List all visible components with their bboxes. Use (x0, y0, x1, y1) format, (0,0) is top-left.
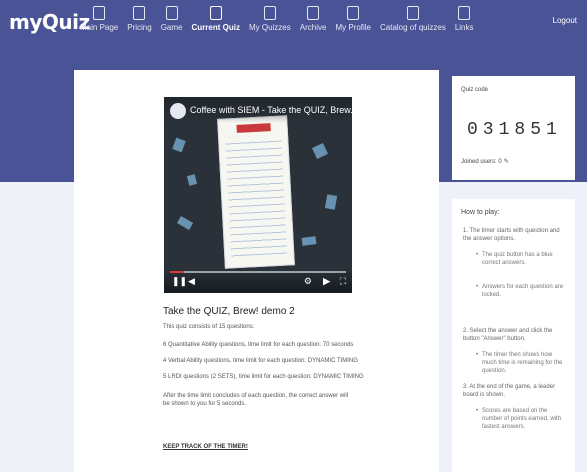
settings-icon[interactable]: ⚙ (304, 276, 312, 287)
timer-warning: KEEP TRACK OF THE TIMER! (163, 444, 248, 450)
youtube-logo-icon[interactable]: ▶ (323, 276, 330, 287)
quiz-title: Take the QUIZ, Brew! demo 2 (163, 306, 295, 317)
video-decoration (172, 137, 186, 153)
nav-item-label: Game (160, 23, 183, 32)
fullscreen-icon[interactable]: ⛶ (340, 276, 346, 287)
quiz-card: Coffee with SIEM - Take the QUIZ, Brew..… (74, 70, 439, 472)
quiz-code-label: Quiz code (461, 87, 489, 93)
channel-avatar[interactable] (170, 103, 186, 119)
paper-title-stripe (236, 123, 271, 133)
top-navigation-bar: myQuiz Main Page Pricing Game Current Qu… (0, 0, 587, 48)
nav-item-my-profile[interactable]: My Profile (335, 6, 371, 32)
nav-item-links[interactable]: Links (455, 6, 474, 32)
gamepad-icon (165, 6, 178, 20)
video-decoration (186, 174, 198, 186)
nav-item-catalog[interactable]: Catalog of quizzes (380, 6, 446, 32)
nav-item-archive[interactable]: Archive (299, 6, 327, 32)
nav-item-pricing[interactable]: Pricing (127, 6, 152, 32)
nav-item-label: Archive (299, 23, 327, 32)
quiz-description-line: After the time limit concludes of each q… (163, 393, 349, 407)
video-title[interactable]: Coffee with SIEM - Take the QUIZ, Brew..… (190, 105, 352, 115)
logo[interactable]: myQuiz (9, 10, 90, 34)
how-to-substep: Scores are based on the number of points… (476, 407, 568, 431)
nav-item-main-page[interactable]: Main Page (80, 6, 118, 32)
how-to-play-title: How to play: (461, 209, 500, 216)
nav-item-label: Catalog of quizzes (380, 23, 446, 32)
price-tag-icon (133, 6, 146, 20)
nav-item-label: Current Quiz (191, 23, 240, 32)
quiz-code-card: Quiz code 031851 Joined users: 0 ✎ (452, 76, 575, 180)
how-to-play-card: How to play: 1. The timer starts with qu… (452, 199, 575, 472)
how-to-substep: Answers for each question are locked. (476, 283, 568, 299)
how-to-step: 3. At the end of the game, a leader boar… (463, 384, 556, 398)
home-icon (93, 6, 106, 20)
nav-item-my-quizzes[interactable]: My Quizzes (249, 6, 291, 32)
user-icon (347, 6, 360, 20)
main-navigation: Main Page Pricing Game Current Quiz My Q… (80, 6, 483, 32)
how-to-step: 1. The timer starts with question and th… (463, 228, 560, 242)
logout-button[interactable]: Logout (553, 16, 577, 25)
video-decoration (301, 236, 317, 246)
quiz-description-line: 5 LRDI questions (2 SETS), time limit fo… (163, 374, 364, 380)
video-thumbnail-paper (217, 115, 295, 269)
how-to-step: 2. Select the answer and click the butto… (463, 328, 553, 342)
video-header: Coffee with SIEM - Take the QUIZ, Brew..… (164, 97, 352, 123)
video-player[interactable]: Coffee with SIEM - Take the QUIZ, Brew..… (164, 97, 352, 293)
quiz-description-line: 4 Verbal Ability questions, time limit f… (163, 358, 358, 364)
nav-item-label: My Quizzes (248, 23, 291, 32)
joined-users: Joined users: 0 ✎ (461, 158, 509, 165)
quiz-code: 031851 (467, 120, 562, 140)
quiz-description-line: This quiz consists of 15 questions: (163, 324, 255, 330)
video-decoration (324, 194, 338, 210)
video-decoration (312, 143, 328, 159)
volume-icon[interactable]: ◀ (188, 276, 195, 287)
nav-item-label: My Profile (335, 23, 371, 32)
joined-users-label: Joined users: 0 (461, 159, 502, 165)
folder-icon (263, 6, 276, 20)
pencil-icon[interactable]: ✎ (504, 159, 509, 165)
how-to-substep: The quiz button has a blue correct answe… (476, 251, 568, 267)
nav-item-current-quiz[interactable]: Current Quiz (192, 6, 240, 32)
catalog-icon (406, 6, 419, 20)
archive-icon (307, 6, 320, 20)
nav-item-label: Main Page (80, 23, 119, 32)
video-decoration (176, 216, 194, 230)
how-to-substep: The timer then shows how much time is re… (476, 351, 568, 375)
quiz-description-line: 6 Quantitative Ability questions, time l… (163, 342, 354, 348)
pause-icon[interactable]: ❚❚ (172, 276, 187, 287)
video-controls: ❚❚ ◀ ⚙ ▶ ⛶ (164, 269, 352, 293)
video-progress-fill (170, 271, 185, 273)
nav-item-game[interactable]: Game (161, 6, 183, 32)
nav-item-label: Links (454, 23, 474, 32)
nav-item-label: Pricing (127, 23, 152, 32)
quiz-icon (209, 6, 222, 20)
link-icon (458, 6, 471, 20)
video-progress-bar[interactable] (170, 271, 346, 273)
